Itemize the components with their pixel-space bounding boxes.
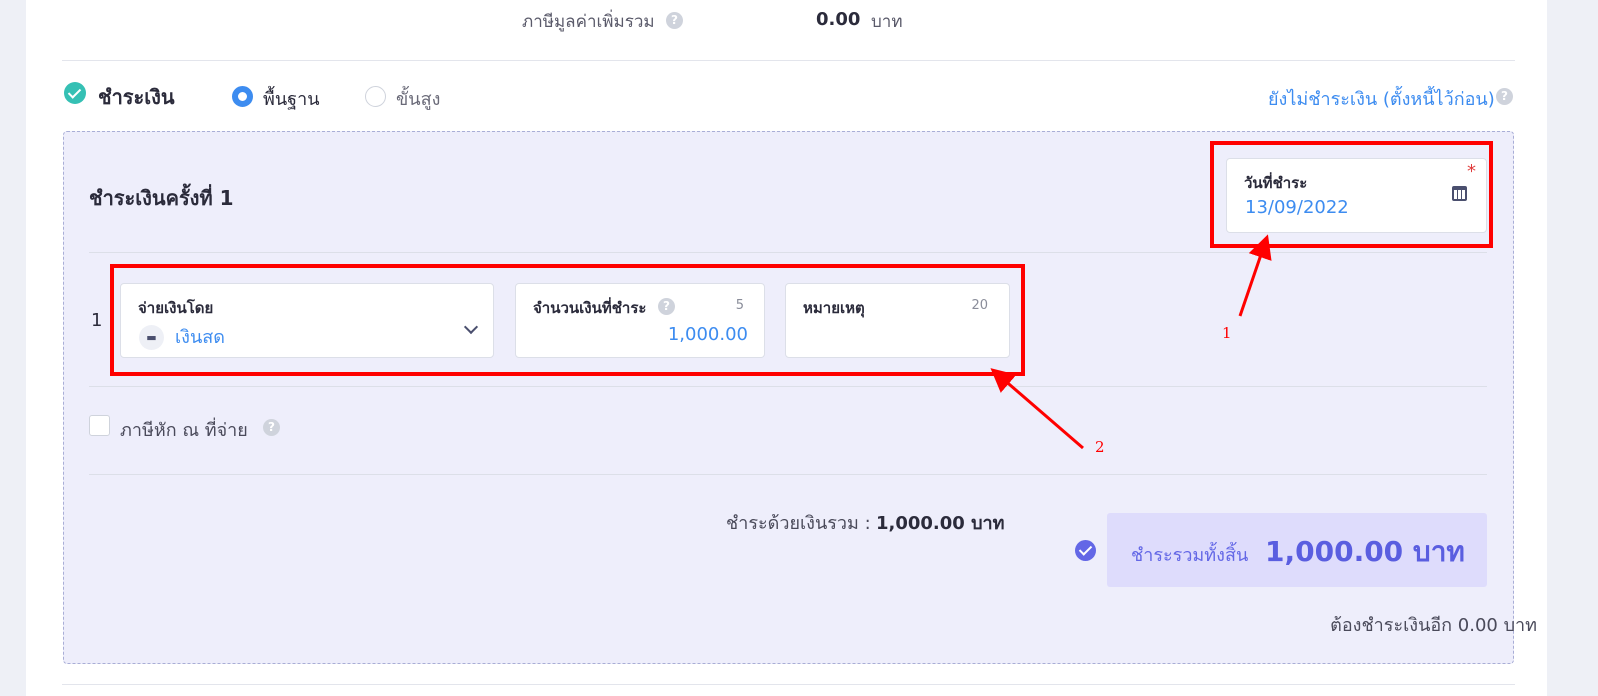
annotation-arrow-1 (1238, 234, 1272, 317)
annotation-label-1: 1 (1222, 324, 1232, 342)
annotation-arrows (990, 234, 1272, 450)
annotation-label-2: 2 (1095, 438, 1105, 456)
annotation-arrow-2 (990, 368, 1084, 450)
